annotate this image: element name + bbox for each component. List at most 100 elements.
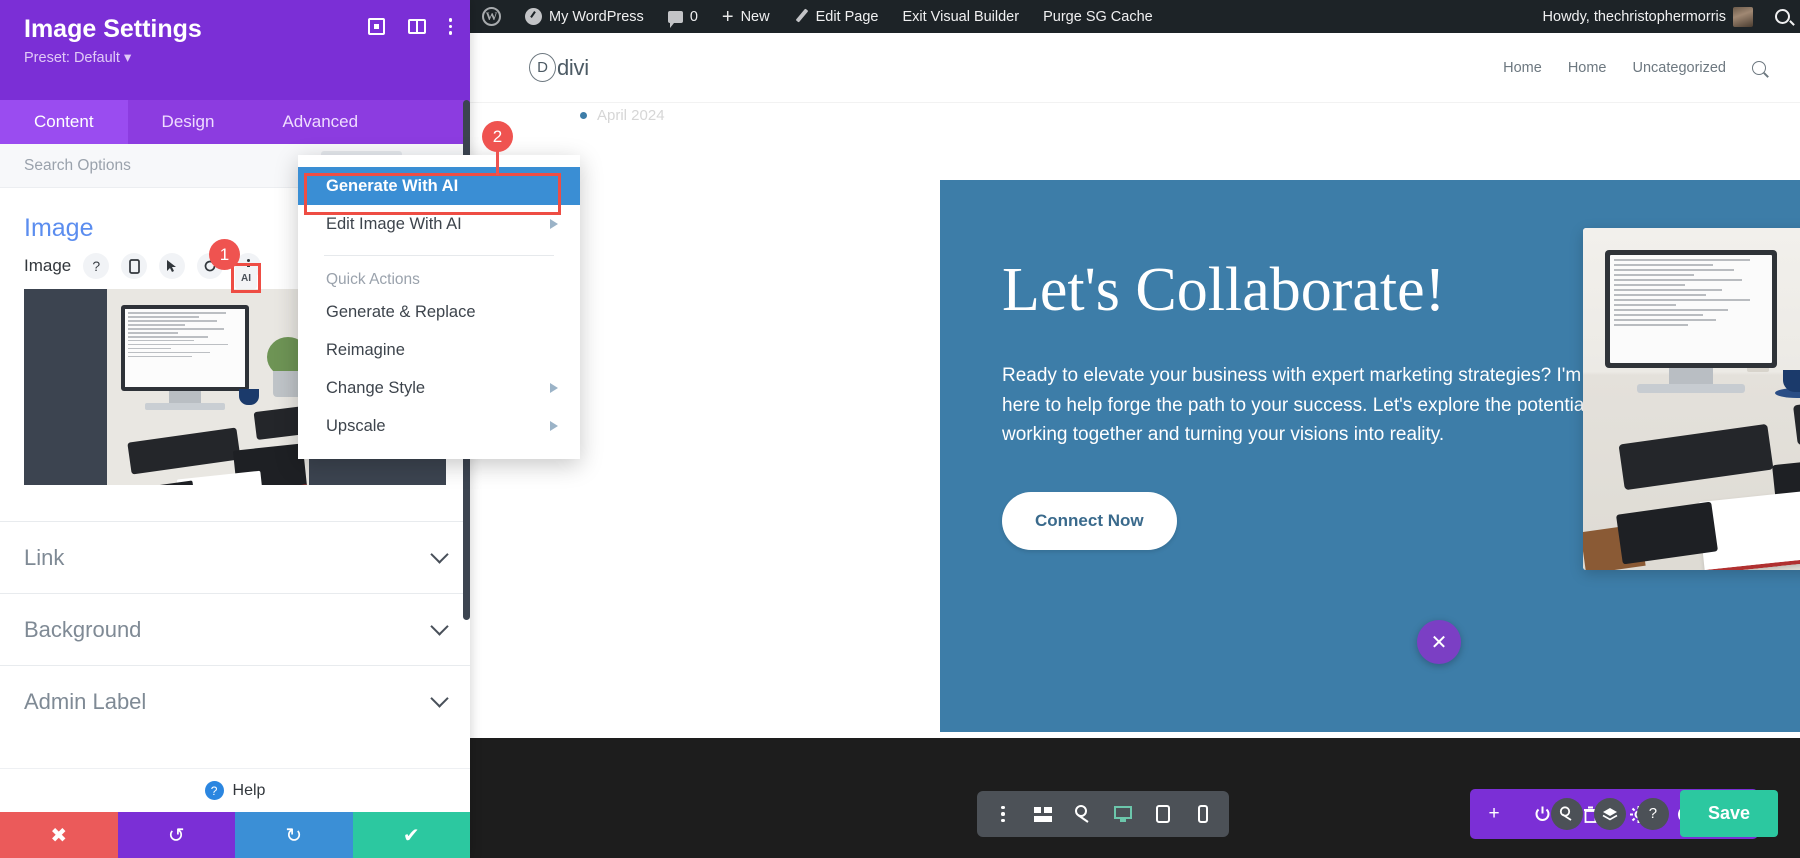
add-icon[interactable]: + [1470,789,1518,839]
accordion-background[interactable]: Background [0,593,470,665]
menu-item-edit-image-with-ai[interactable]: Edit Image With AI [298,205,580,243]
wireframe-icon[interactable] [1023,791,1063,837]
archive-date-item[interactable]: April 2024 [580,107,665,124]
columns-icon[interactable] [407,19,426,34]
accordion-link-label: Link [24,544,65,570]
comment-icon [667,10,683,28]
site-header: D divi Home Home Uncategorized [470,33,1800,102]
menu-item-upscale-label: Upscale [326,416,386,435]
chevron-down-icon [430,617,449,636]
menu-item-generate-with-ai-label: Generate With AI [326,176,459,195]
target-icon[interactable] [367,18,385,35]
adminbar-purge-label: Purge SG Cache [1043,8,1153,25]
save-button[interactable]: Save [1679,790,1778,837]
adminbar-exit-label: Exit Visual Builder [902,8,1020,25]
hero-paragraph: Ready to elevate your business with expe… [1002,365,1610,446]
search-input[interactable]: Search Options [24,157,131,175]
confirm-button[interactable]: ✔ [352,812,470,858]
cursor-icon[interactable] [159,253,186,279]
site-logo[interactable]: D divi [529,53,589,82]
nav-item-uncategorized[interactable]: Uncategorized [1633,60,1727,76]
nav-item-home-2[interactable]: Home [1568,60,1607,76]
menu-group-quick-actions: Quick Actions [326,271,420,288]
zoom-out-icon[interactable] [1063,791,1103,837]
site-navigation: Home Home Uncategorized [1503,57,1769,78]
menu-item-reimagine-label: Reimagine [326,340,405,359]
menu-item-generate-and-replace[interactable]: Generate & Replace [298,293,580,331]
help-icon: ? [204,781,224,800]
adminbar-exit-visual-builder[interactable]: Exit Visual Builder [890,0,1031,33]
search-icon[interactable] [1749,57,1769,78]
help-label: Help [232,781,266,799]
site-logo-text: divi [557,54,589,80]
redo-button[interactable]: ↻ [235,812,353,858]
adminbar-purge-sg-cache[interactable]: Purge SG Cache [1031,0,1165,33]
pencil-icon [794,9,809,24]
monitor-screen [1610,255,1772,363]
tab-content[interactable]: Content [0,100,128,144]
search-icon[interactable] [1550,797,1583,830]
accordion-link[interactable]: Link [0,521,470,593]
ai-generate-chip[interactable]: AI [235,267,257,289]
phone-icon[interactable] [1183,791,1223,837]
menu-item-change-style[interactable]: Change Style [298,369,580,407]
layers-icon[interactable] [1593,797,1626,830]
cancel-button[interactable]: ✖ [0,812,118,858]
adminbar-howdy[interactable]: Howdy, thechristophermorris [1531,0,1765,33]
undo-button[interactable]: ↺ [117,812,235,858]
adminbar-wordpress-logo[interactable]: W [470,0,513,33]
tablet-icon[interactable] [1143,791,1183,837]
adminbar-edit-page[interactable]: Edit Page [782,0,891,33]
help-icon[interactable]: ? [83,253,110,279]
adminbar-edit-page-label: Edit Page [815,8,879,25]
phone-icon[interactable] [121,253,148,279]
adminbar-comments[interactable]: 0 [656,0,710,33]
menu-item-reimagine[interactable]: Reimagine [298,331,580,369]
menu-item-generate-with-ai[interactable]: Generate With AI [298,167,580,205]
adminbar-howdy-label: Howdy, thechristophermorris [1542,8,1726,25]
accordion-admin-label-label: Admin Label [24,688,147,714]
close-section-button[interactable]: ✕ [1417,620,1461,664]
chevron-right-icon [550,421,558,431]
tab-design[interactable]: Design [128,100,249,144]
hero-image[interactable] [1583,228,1800,570]
connect-now-button[interactable]: Connect Now [1002,491,1177,550]
adminbar-site-name[interactable]: My WordPress [513,0,656,33]
monitor [1605,250,1777,368]
menu-item-change-style-label: Change Style [326,378,426,397]
divi-logo-icon: D [529,53,556,82]
panel-footer-actions: ✖ ↺ ↻ ✔ [0,812,470,858]
search-icon[interactable] [1775,9,1790,24]
nav-item-home-1[interactable]: Home [1503,60,1542,76]
visual-builder-preview: W My WordPress 0 + New Edit Page Exit Vi… [470,0,1800,858]
chevron-down-icon: ▾ [123,49,132,66]
chevron-down-icon [430,689,449,708]
menu-item-upscale[interactable]: Upscale [298,407,580,445]
accordion-admin-label[interactable]: Admin Label [0,665,470,737]
plus-icon: + [721,5,734,28]
menu-divider [324,255,554,256]
menu-item-edit-image-with-ai-label: Edit Image With AI [326,214,462,233]
kebab-menu-icon[interactable] [983,791,1023,837]
help-icon[interactable]: ? [1636,797,1669,830]
preset-label: Preset: Default [24,49,120,66]
preset-selector[interactable]: Preset: Default ▾ [24,50,450,66]
image-thumbnail[interactable] [107,289,309,485]
image-field-label: Image [24,256,72,275]
chevron-down-icon [430,545,449,564]
wordpress-logo-icon: W [482,7,501,26]
builder-view-toolbar [977,791,1229,837]
kebab-menu-icon[interactable] [448,18,452,35]
callout-2-stem [496,150,499,175]
ai-context-menu: Generate With AI Edit Image With AI Quic… [298,155,580,459]
builder-right-toolbar: ? Save [1550,790,1778,837]
adminbar-new[interactable]: + New [710,0,782,33]
adminbar-new-label: New [740,8,770,25]
tab-advanced[interactable]: Advanced [248,100,392,144]
adminbar-comment-count: 0 [689,8,698,25]
help-row[interactable]: ? Help [0,768,470,812]
monitor-base [1637,384,1745,393]
archive-date-label: April 2024 [597,107,665,124]
dashboard-icon [525,8,542,25]
desktop-icon[interactable] [1103,791,1143,837]
